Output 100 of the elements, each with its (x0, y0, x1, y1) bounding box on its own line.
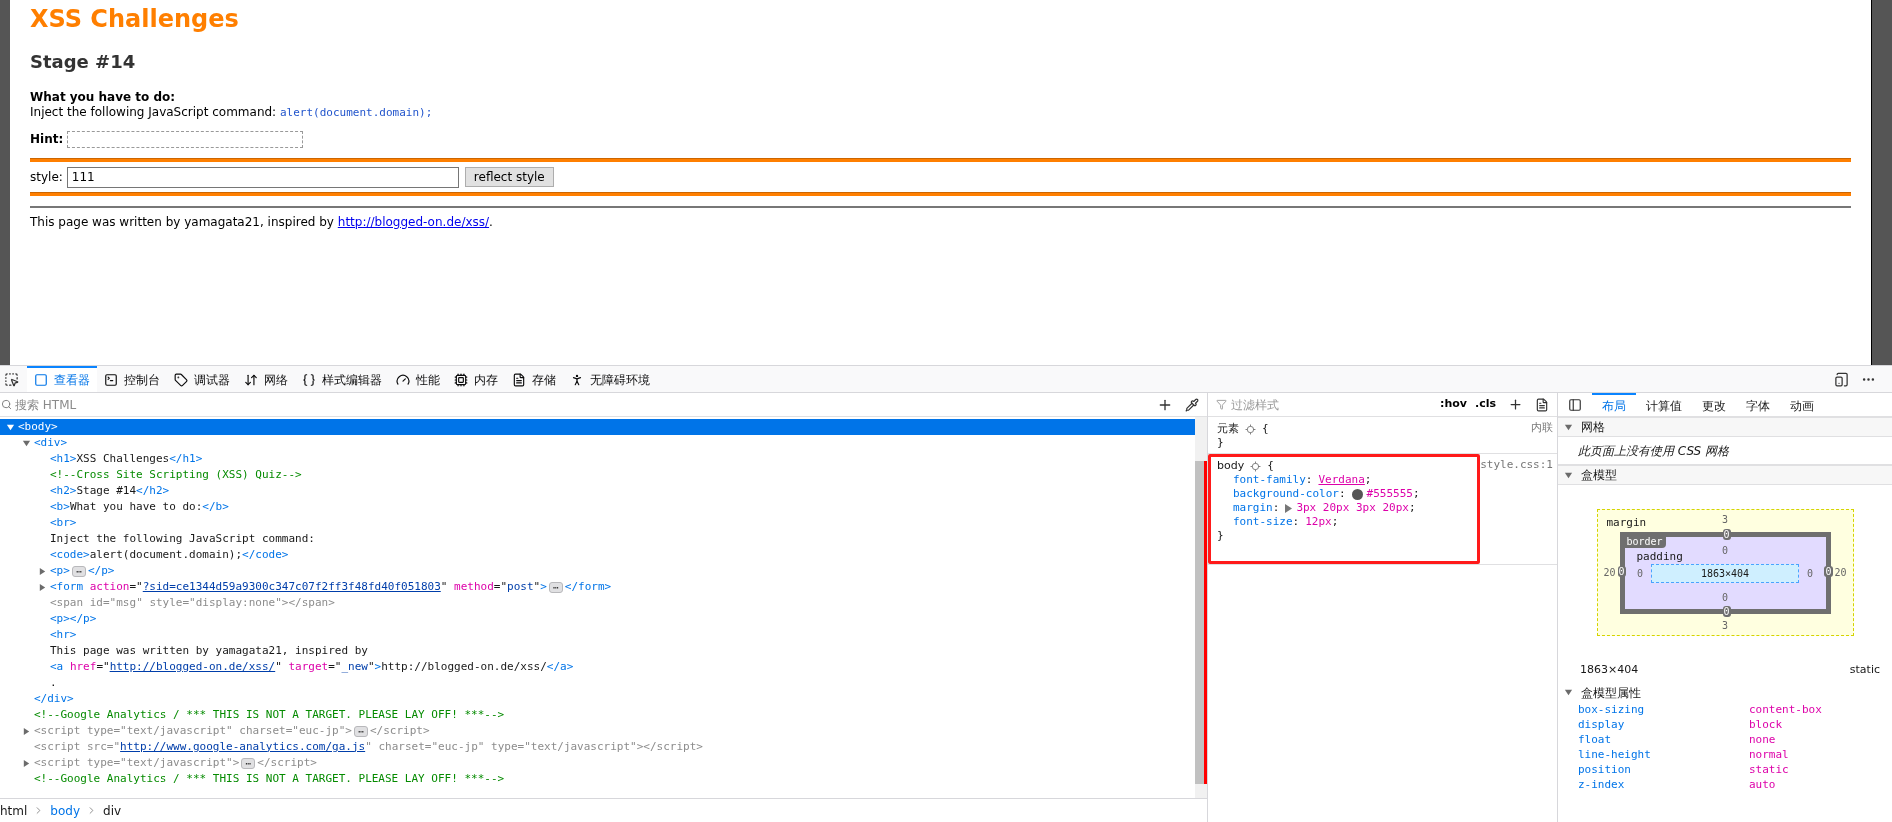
property-name: font-family (1233, 473, 1306, 487)
tree-row[interactable]: <script type="text/javascript"> ⋯ </script> (0, 755, 1195, 771)
rule-source[interactable]: style.css:1 (1480, 458, 1553, 564)
tree-row[interactable]: <script src="http://www.google-analytics.com/ga.js" charset="euc-jp" type="text/javascript"></script> (0, 739, 1195, 755)
crosshair-icon[interactable] (1245, 423, 1256, 435)
markup-text: <!--Google Analytics / *** THIS IS NOT A TARGET. PLEASE LAY OFF! ***--> (34, 770, 505, 787)
add-rule-icon[interactable] (1508, 397, 1523, 412)
rule-source[interactable]: 内联 (1531, 421, 1553, 453)
close-brace: } (1217, 436, 1225, 450)
devtools-tab[interactable]: 查看器 (27, 366, 97, 392)
tree-row[interactable]: <script type="text/javascript" charset="euc-jp"> ⋯ </script> (0, 723, 1195, 739)
triangle-icon[interactable] (1564, 688, 1573, 697)
tree-row[interactable]: . (0, 675, 1195, 691)
devtools-tab[interactable]: 控制台 (97, 366, 167, 392)
tree-row[interactable]: <h2>Stage #14</h2> (0, 483, 1195, 499)
section-header[interactable]: 网格 (1558, 417, 1892, 437)
tree-row[interactable]: Inject the following JavaScript command: (0, 531, 1195, 547)
filter-styles-field[interactable]: 过滤样式 (1231, 395, 1440, 414)
devtools-tab[interactable]: 调试器 (167, 366, 237, 392)
document-icon[interactable] (1535, 397, 1549, 412)
triangle-icon[interactable] (22, 758, 31, 768)
markup-text: . (50, 674, 57, 691)
tree-row[interactable]: <!--Google Analytics / *** THIS IS NOT A TARGET. PLEASE LAY OFF! ***--> (0, 771, 1195, 787)
triangle-icon[interactable] (6, 422, 15, 432)
devtools-tab[interactable]: 网络 (237, 366, 295, 392)
breadcrumb[interactable]: html (0, 801, 28, 820)
markup-text: <body> (18, 418, 58, 435)
tree-row[interactable]: <hr> (0, 627, 1195, 643)
tree-row[interactable]: <body> (0, 419, 1195, 435)
element-size: 1863×404 (1580, 662, 1639, 678)
colon: : (1338, 487, 1346, 501)
reflect-style-button[interactable]: reflect style (464, 167, 554, 187)
style-field[interactable]: 111 (66, 166, 459, 188)
markup-text: <span id="msg" style="display:none"></span> (50, 594, 335, 611)
tree-row[interactable]: <!--Cross Site Scripting (XSS) Quiz--> (0, 467, 1195, 483)
close-brace: } (1217, 529, 1225, 543)
expand-badge[interactable]: ⋯ (548, 581, 563, 593)
triangle-icon[interactable] (22, 438, 31, 448)
sidebar-tab[interactable]: 更改 (1692, 393, 1736, 416)
responsive-mode-icon[interactable] (1834, 371, 1849, 387)
sidebar-tab[interactable]: 动画 (1780, 393, 1824, 416)
markup-text: <a href="http://blogged-on.de/xss/" target="_new">http://blogged-on.de/xss/</a> (50, 658, 574, 675)
expand-badge[interactable]: ⋯ (71, 565, 86, 577)
expand-triangle-icon[interactable] (1285, 503, 1293, 513)
property-value[interactable]: Verdana (1318, 473, 1365, 487)
blogged-on-link[interactable]: http://blogged-on.de/xss/ (337, 213, 490, 231)
tree-row[interactable]: <a href="http://blogged-on.de/xss/" target="_new">http://blogged-on.de/xss/</a> (0, 659, 1195, 675)
tree-row[interactable]: <code>alert(document.domain);</code> (0, 547, 1195, 563)
tree-row[interactable]: <p></p> (0, 611, 1195, 627)
link[interactable]: http://www.google-analytics.com/ga.js (120, 739, 366, 753)
expand-badge[interactable]: ⋯ (353, 725, 368, 737)
border-value: 0 (1722, 528, 1731, 540)
triangle-icon[interactable] (22, 726, 31, 736)
property-value: content-box (1749, 701, 1822, 718)
sidebar-tab[interactable]: 计算值 (1636, 393, 1692, 416)
expand-badge[interactable]: ⋯ (241, 757, 256, 769)
scrollbar[interactable] (1195, 417, 1207, 798)
link[interactable]: ?sid=ce1344d59a9300c347c07f2ff3f48fd40f051803 (142, 579, 441, 593)
tree-row[interactable]: <br> (0, 515, 1195, 531)
color-swatch[interactable] (1351, 488, 1363, 500)
rule-selector: body (1217, 459, 1245, 473)
tree-row[interactable]: <span id="msg" style="display:none"></span> (0, 595, 1195, 611)
cls-toggle[interactable]: .cls (1474, 396, 1496, 413)
devtools-tab[interactable]: 无障碍环境 (563, 366, 657, 392)
crosshair-icon[interactable] (1250, 460, 1262, 472)
triangle-icon[interactable] (1564, 470, 1573, 480)
search-html-field[interactable]: 搜索 HTML (15, 395, 1157, 414)
tree-row[interactable]: <p> ⋯ </p> (0, 563, 1195, 579)
sidebar-toggle-icon[interactable] (1568, 397, 1582, 412)
tree-row[interactable]: <!--Google Analytics / *** THIS IS NOT A TARGET. PLEASE LAY OFF! ***--> (0, 707, 1195, 723)
markup-text: <!--Google Analytics / *** THIS IS NOT A TARGET. PLEASE LAY OFF! ***--> (34, 706, 505, 723)
section-title[interactable]: 盒模型属性 (1581, 683, 1641, 702)
property-name: position (1578, 761, 1632, 778)
property-name: box-sizing (1578, 701, 1646, 718)
element-picker-icon[interactable] (4, 371, 19, 387)
tree-row[interactable]: <div> (0, 435, 1195, 451)
tree-row[interactable]: <b>What you have to do:</b> (0, 499, 1195, 515)
tree-row[interactable]: <form action="?sid=ce1344d59a9300c347c07f2ff3f48fd40f051803" method="post"> ⋯ </form> (0, 579, 1195, 595)
link[interactable]: http://blogged-on.de/xss/ (109, 659, 276, 673)
property-name: z-index (1578, 776, 1626, 793)
devtools-tab[interactable]: 存储 (505, 366, 563, 392)
triangle-icon[interactable] (1564, 422, 1573, 432)
section-header[interactable]: 盒模型 (1558, 465, 1892, 485)
padding-value: 0 (1636, 567, 1643, 581)
devtools-tab[interactable]: 内存 (447, 366, 505, 392)
tree-row[interactable]: <h1>XSS Challenges</h1> (0, 451, 1195, 467)
breadcrumb[interactable]: div (103, 801, 122, 820)
instruction-text: Inject the following JavaScript command: (30, 105, 278, 120)
content-box: 1863×404 (1651, 564, 1799, 583)
triangle-icon[interactable] (38, 582, 47, 592)
padding-value: 0 (1722, 543, 1728, 558)
sidebar-tab[interactable]: 字体 (1736, 393, 1780, 416)
devtools-tab[interactable]: 样式编辑器 (295, 366, 389, 392)
breadcrumb[interactable]: body (50, 801, 81, 820)
hov-toggle[interactable]: :hov (1440, 396, 1467, 413)
devtools-tab[interactable]: 性能 (389, 366, 447, 392)
markup-text: <script type="text/javascript"> (34, 754, 240, 771)
triangle-icon[interactable] (38, 566, 47, 576)
tree-row[interactable]: This page was written by yamagata21, inspired by (0, 643, 1195, 659)
eyedropper-icon[interactable] (1185, 397, 1199, 412)
